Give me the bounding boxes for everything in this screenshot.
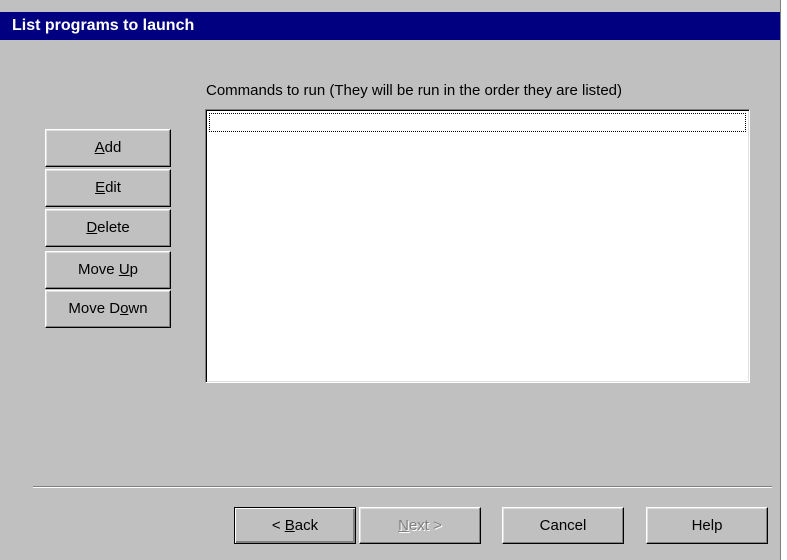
move-up-label-post: p bbox=[129, 261, 139, 278]
edit-label-accel: E bbox=[95, 179, 106, 196]
footer-divider bbox=[33, 486, 772, 488]
move-down-label-post: wn bbox=[128, 300, 148, 317]
move-up-label-accel: U bbox=[118, 261, 130, 278]
next-button[interactable]: Next > bbox=[359, 507, 481, 544]
cancel-button[interactable]: Cancel bbox=[502, 507, 624, 544]
back-label-post: ack bbox=[294, 517, 319, 534]
back-label-pre: < bbox=[271, 517, 285, 534]
delete-label-post: elete bbox=[97, 219, 130, 236]
wizard-window: List programs to launch Add Edit Delete … bbox=[0, 0, 781, 560]
wizard-title: List programs to launch bbox=[0, 12, 780, 40]
move-up-label-pre: Move bbox=[77, 261, 119, 278]
next-label-post: ext > bbox=[408, 517, 442, 534]
move-down-label-pre: Move D bbox=[68, 300, 121, 317]
list-focus-row[interactable] bbox=[209, 113, 746, 132]
edit-button[interactable]: Edit bbox=[45, 169, 171, 207]
delete-button[interactable]: Delete bbox=[45, 209, 171, 247]
move-down-button[interactable]: Move Down bbox=[45, 290, 171, 328]
add-label-accel: A bbox=[94, 139, 105, 156]
commands-listbox[interactable] bbox=[205, 109, 750, 383]
edit-label-post: dit bbox=[105, 179, 121, 196]
next-label-accel: N bbox=[398, 517, 409, 534]
help-button[interactable]: Help bbox=[646, 507, 768, 544]
back-label-accel: B bbox=[284, 517, 295, 534]
commands-label: Commands to run (They will be run in the… bbox=[206, 82, 623, 99]
back-button[interactable]: < Back bbox=[234, 507, 356, 544]
delete-label-accel: D bbox=[86, 219, 98, 236]
add-label-post: dd bbox=[104, 139, 122, 156]
add-button[interactable]: Add bbox=[45, 129, 171, 167]
move-up-button[interactable]: Move Up bbox=[45, 251, 171, 289]
